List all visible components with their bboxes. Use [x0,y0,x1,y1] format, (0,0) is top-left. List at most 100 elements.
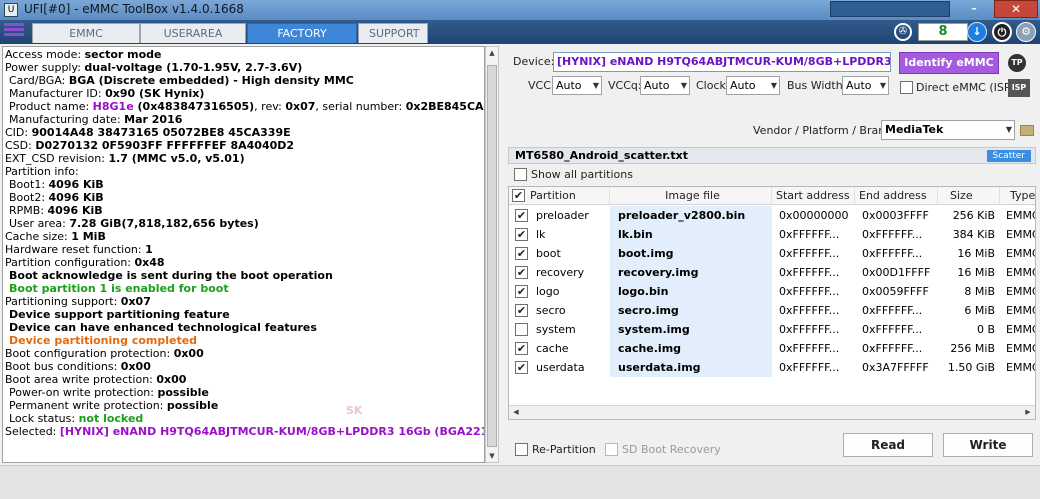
partition-checkbox[interactable]: ✔ [515,361,528,374]
image-cell[interactable]: recovery.img [610,263,772,282]
log-line: Cache size: 1 MiB [5,230,106,243]
header-end-address[interactable]: End address [855,187,938,205]
scroll-down-icon[interactable]: ▼ [486,450,498,462]
table-horizontal-scrollbar[interactable]: ◀ ▶ [509,405,1035,419]
identify-emmc-button[interactable]: Identify eMMC [899,52,999,74]
end-cell: 0x0003FFFF [862,209,929,222]
header-type[interactable]: Type [1000,187,1035,205]
image-cell[interactable]: system.img [610,320,772,339]
vccq-select[interactable]: Auto ▼ [640,76,690,95]
image-cell[interactable]: userdata.img [610,358,772,377]
log-line: Partition configuration: 0x48 [5,256,165,269]
tab-userarea-part[interactable]: USERAREA PART [140,23,246,59]
scroll-left-icon[interactable]: ◀ [509,406,523,419]
select-all-checkbox[interactable]: ✔ [512,189,525,202]
isp-icon[interactable]: ISP [1008,79,1030,97]
partition-checkbox[interactable]: ✔ [515,304,528,317]
table-row[interactable]: ✔ logo logo.bin 0xFFFFFF... 0x0059FFFF 8 MiB E… [509,282,1035,301]
tab-factory-image[interactable]: FACTORY IMAGE [247,23,357,59]
partition-checkbox[interactable]: ✔ [515,266,528,279]
header-partition[interactable]: ✔ Partition [509,187,610,205]
size-cell: 256 MiB [950,342,995,355]
scroll-thumb[interactable] [487,65,497,447]
chevron-down-icon: ▼ [879,81,886,90]
download-icon[interactable]: ↓ [967,22,987,42]
image-cell[interactable]: cache.img [610,339,772,358]
log-line: Product name: H8G1e (0x483847316505), re… [9,100,484,113]
read-button[interactable]: Read [843,433,933,457]
image-cell[interactable]: preloader_v2800.bin [610,206,772,225]
close-button[interactable]: ✕ [994,0,1038,18]
status-bar [0,465,1040,499]
title-search-box[interactable] [830,1,950,17]
type-cell: EMMC. [1006,323,1035,336]
start-cell: 0xFFFFFF... [779,361,840,374]
image-cell[interactable]: lk.bin [610,225,772,244]
image-cell[interactable]: boot.img [610,244,772,263]
end-cell: 0x3A7FFFFF [862,361,929,374]
vcc-select[interactable]: Auto ▼ [552,76,602,95]
vendor-label: Vendor / Platform / Brand: [753,124,896,137]
factory-image-panel: Device: [HYNIX] eNAND H9TQ64ABJTMCUR-KUM… [504,46,1040,463]
globe-icon[interactable]: ✇ [894,23,912,41]
partition-checkbox[interactable] [515,323,528,336]
repartition-checkbox[interactable] [515,443,528,456]
type-cell: EMMC. [1006,285,1035,298]
direct-emmc-checkbox[interactable] [900,81,913,94]
show-all-partitions-checkbox[interactable] [514,168,527,181]
info-log[interactable]: Access mode: sector mode Power supply: d… [2,46,485,463]
partition-checkbox[interactable]: ✔ [515,285,528,298]
write-button[interactable]: Write [943,433,1033,457]
type-cell: EMMC. [1006,247,1035,260]
table-row[interactable]: ✔ secro secro.img 0xFFFFFF... 0xFFFFFF... 6 M… [509,301,1035,320]
log-line: Device can have enhanced technological f… [9,321,317,334]
table-row[interactable]: ✔ preloader preloader_v2800.bin 0x00000000 0… [509,206,1035,225]
header-size[interactable]: Size [938,187,1000,205]
log-line: Card/BGA: BGA (Discrete embedded) - High… [9,74,354,87]
vcc-label: VCC: [528,79,555,92]
table-row[interactable]: ✔ lk lk.bin 0xFFFFFF... 0xFFFFFF... 384 KiB EM… [509,225,1035,244]
log-line: User area: 7.28 GiB(7,818,182,656 bytes) [9,217,259,230]
vendor-select[interactable]: MediaTek ▼ [881,120,1015,140]
partition-name: preloader [536,209,589,222]
image-cell[interactable]: secro.img [610,301,772,320]
start-cell: 0xFFFFFF... [779,247,840,260]
partition-checkbox[interactable]: ✔ [515,209,528,222]
folder-icon[interactable] [1020,125,1034,136]
header-start-address[interactable]: Start address [772,187,855,205]
partition-cell: ✔ recovery [509,263,610,282]
tab-support[interactable]: SUPPORT [358,23,428,43]
hamburger-menu-icon[interactable] [4,23,24,41]
table-row[interactable]: ✔ cache cache.img 0xFFFFFF... 0xFFFFFF... 256… [509,339,1035,358]
header-image-file[interactable]: Image file [610,187,772,205]
table-row[interactable]: ✔ userdata userdata.img 0xFFFFFF... 0x3A7FFF… [509,358,1035,377]
minimize-button[interactable]: – [962,2,986,17]
partition-table[interactable]: ✔ Partition Image file Start address End… [508,186,1036,420]
bus-width-select[interactable]: Auto ▼ [842,76,889,95]
log-line: Access mode: sector mode [5,48,162,61]
size-cell: 6 MiB [964,304,995,317]
log-scrollbar[interactable]: ▲ ▼ [485,46,499,463]
scroll-up-icon[interactable]: ▲ [486,47,498,59]
tp-icon[interactable]: TP [1008,54,1026,72]
sd-boot-recovery-checkbox[interactable] [605,443,618,456]
clock-select[interactable]: Auto ▼ [726,76,780,95]
partition-cell: ✔ logo [509,282,610,301]
size-cell: 16 MiB [957,266,995,279]
device-field[interactable]: [HYNIX] eNAND H9TQ64ABJTMCUR-KUM/8GB+LPD… [553,52,891,72]
image-cell[interactable]: logo.bin [610,282,772,301]
tab-emmc-general[interactable]: eMMC GENERAL [32,23,140,59]
table-row[interactable]: system system.img 0xFFFFFF... 0xFFFFFF... 0 … [509,320,1035,339]
start-cell: 0xFFFFFF... [779,266,840,279]
partition-checkbox[interactable]: ✔ [515,342,528,355]
partition-checkbox[interactable]: ✔ [515,247,528,260]
partition-checkbox[interactable]: ✔ [515,228,528,241]
end-cell: 0xFFFFFF... [862,323,923,336]
table-row[interactable]: ✔ boot boot.img 0xFFFFFF... 0xFFFFFF... 16 Mi… [509,244,1035,263]
vccq-label: VCCq: [608,79,642,92]
power-icon[interactable]: ⏻ [992,22,1012,42]
table-row[interactable]: ✔ recovery recovery.img 0xFFFFFF... 0x00D1FF… [509,263,1035,282]
chevron-down-icon: ▼ [1005,125,1012,134]
gear-icon[interactable]: ⚙ [1016,22,1036,42]
scroll-right-icon[interactable]: ▶ [1021,406,1035,419]
